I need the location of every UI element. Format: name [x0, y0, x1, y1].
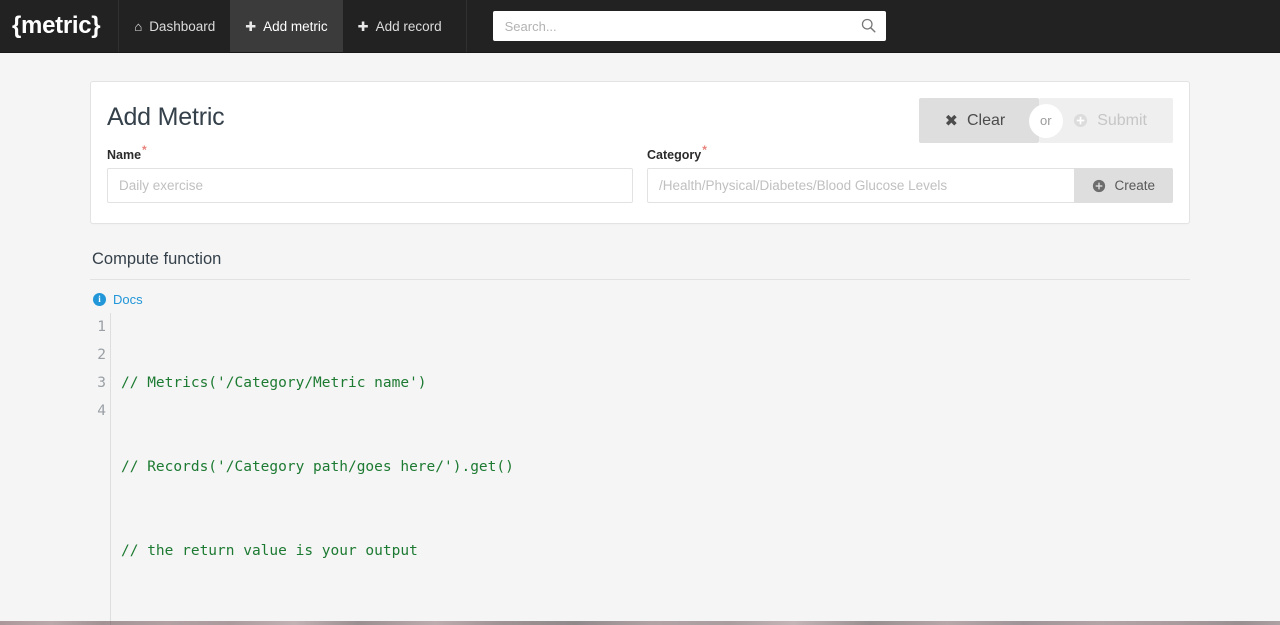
line-number: 2: [97, 347, 106, 363]
code-line: // Records('/Category path/goes here/').…: [121, 459, 514, 475]
line-number: 3: [97, 375, 106, 391]
plus-circle-icon: [1074, 113, 1088, 128]
submit-button[interactable]: Submit: [1039, 98, 1173, 143]
add-metric-card: Add Metric ✖ Clear Submit or Name* Daily…: [90, 81, 1190, 224]
clear-button-label: Clear: [966, 111, 1006, 129]
nav-link-dashboard-label: Dashboard: [149, 18, 216, 34]
nav-link-add-metric-label: Add metric: [263, 18, 328, 34]
category-input[interactable]: [647, 168, 1075, 203]
section-divider: [90, 279, 1190, 280]
create-category-button[interactable]: Create: [1074, 168, 1173, 203]
category-field-group: Category* Create: [647, 144, 1173, 203]
submit-button-label: Submit: [1097, 111, 1147, 129]
bottom-edge-artifact: [0, 621, 1280, 625]
brand-logo[interactable]: {metric}: [0, 0, 120, 52]
content-container: Add Metric ✖ Clear Submit or Name* Daily…: [90, 81, 1190, 625]
category-field-label: Category*: [647, 144, 1173, 162]
plus-circle-icon: [1093, 179, 1106, 192]
line-number: 4: [97, 403, 106, 419]
plus-icon: ✚: [357, 18, 369, 34]
code-line: // Metrics('/Category/Metric name'): [121, 375, 427, 391]
required-marker: *: [702, 142, 707, 157]
search-container: [492, 11, 886, 41]
category-label-text: Category: [647, 148, 702, 162]
top-navbar: {metric} ⌂ Dashboard ✚ Add metric ✚ Add …: [0, 0, 1280, 53]
name-field-group: Name*: [107, 144, 633, 203]
plus-icon: ✚: [245, 18, 257, 34]
compute-function-title: Compute function: [92, 250, 222, 268]
docs-link-label: Docs: [113, 292, 143, 307]
code-line: // the return value is your output: [121, 543, 418, 559]
page-body: Add Metric ✖ Clear Submit or Name* Daily…: [0, 53, 1280, 625]
navbar-divider: [465, 0, 467, 52]
line-number: 1: [97, 319, 106, 335]
nav-link-add-record[interactable]: ✚ Add record: [343, 0, 457, 52]
form-actions: ✖ Clear Submit or: [918, 98, 1173, 143]
name-input[interactable]: [107, 168, 633, 203]
name-label-text: Name: [107, 148, 142, 162]
create-button-label: Create: [1114, 178, 1155, 193]
close-x-icon: ✖: [944, 112, 958, 130]
code-editor[interactable]: 1 2 3 4 // Metrics('/Category/Metric nam…: [93, 313, 1190, 625]
metric-form: Name* Category*: [107, 144, 1173, 203]
category-input-group: Create: [647, 168, 1173, 203]
editor-code-area[interactable]: // Metrics('/Category/Metric name') // R…: [111, 313, 514, 625]
required-marker: *: [142, 142, 147, 157]
editor-gutter: 1 2 3 4: [93, 313, 111, 625]
nav-link-dashboard[interactable]: ⌂ Dashboard: [119, 0, 230, 52]
clear-button[interactable]: ✖ Clear: [918, 98, 1040, 143]
docs-link[interactable]: i Docs: [93, 292, 143, 307]
name-field-label: Name*: [107, 144, 633, 162]
nav-link-add-metric[interactable]: ✚ Add metric: [230, 0, 343, 52]
search-input[interactable]: [492, 11, 886, 41]
nav-items: ⌂ Dashboard ✚ Add metric ✚ Add record: [119, 0, 456, 52]
info-circle-icon: i: [93, 293, 106, 306]
home-icon: ⌂: [134, 18, 143, 34]
nav-link-add-record-label: Add record: [375, 18, 442, 34]
